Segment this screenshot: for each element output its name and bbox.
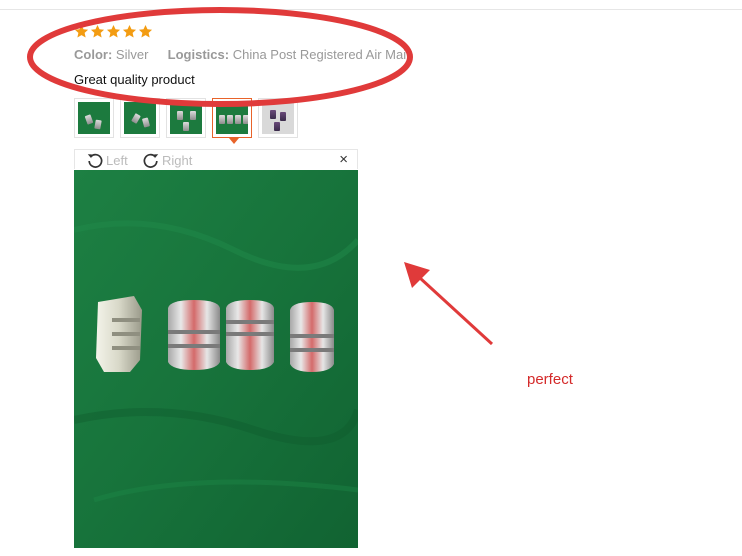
star-icon <box>74 24 89 38</box>
review-thumbnails <box>74 98 304 144</box>
thumbnail[interactable] <box>258 98 298 138</box>
annotation-text: perfect <box>527 371 573 388</box>
rotate-left-button[interactable]: Left <box>85 150 128 170</box>
rotate-left-icon <box>87 153 103 168</box>
star-rating <box>74 24 153 42</box>
color-label: Color: <box>74 47 113 62</box>
rotate-right-button[interactable]: Right <box>141 150 192 170</box>
annotation-arrow-icon <box>404 262 494 346</box>
star-icon <box>106 24 121 38</box>
rotate-right-label: Right <box>162 152 193 168</box>
logistics-label: Logistics: <box>167 47 230 62</box>
thumbnail[interactable] <box>120 98 160 138</box>
star-icon <box>122 24 137 38</box>
rotate-right-icon <box>143 153 159 168</box>
close-icon[interactable]: × <box>339 150 348 170</box>
review-meta: Color: Silver Logistics: China Post Regi… <box>74 47 409 62</box>
rotate-left-label: Left <box>106 152 128 168</box>
top-divider <box>0 9 742 10</box>
image-viewer-toolbar: Left Right × <box>74 149 358 169</box>
thumbnail[interactable] <box>74 98 114 138</box>
review-text: Great quality product <box>74 72 195 87</box>
logistics-value: China Post Registered Air Mail <box>232 47 410 62</box>
star-icon <box>90 24 105 38</box>
thumbnail[interactable] <box>166 98 206 138</box>
review-photo <box>74 170 358 548</box>
color-value: Silver <box>115 47 149 62</box>
star-icon <box>138 24 153 38</box>
thumbnail-active[interactable] <box>212 98 252 144</box>
